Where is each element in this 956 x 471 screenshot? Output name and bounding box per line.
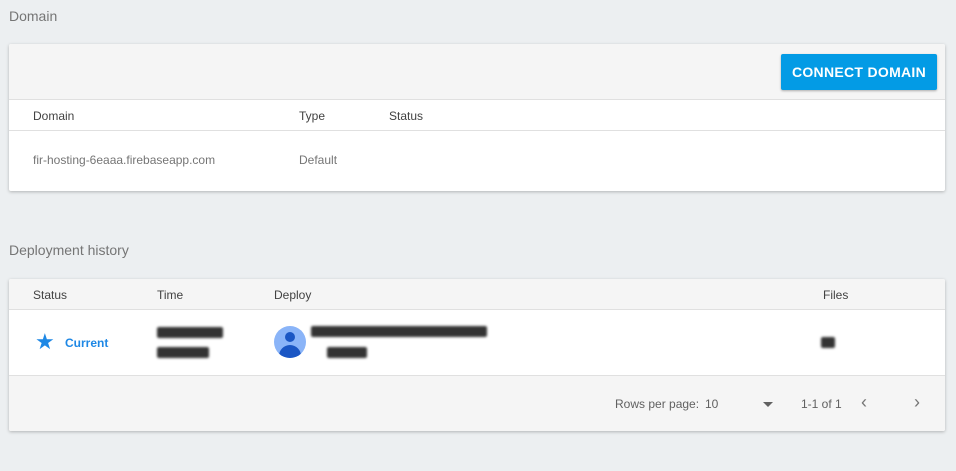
- column-header-status[interactable]: Status: [33, 288, 67, 302]
- column-header-deploy[interactable]: Deploy: [274, 288, 311, 302]
- domain-card: CONNECT DOMAIN Domain Type Status fir-ho…: [9, 44, 945, 191]
- column-header-files[interactable]: Files: [823, 288, 848, 302]
- chevron-left-icon[interactable]: ‹: [861, 392, 867, 413]
- deployment-card: Status Time Deploy Files ★ Current Rows …: [9, 279, 945, 431]
- column-header-domain[interactable]: Domain: [33, 109, 74, 123]
- type-cell: Default: [299, 153, 338, 167]
- star-icon: ★: [35, 329, 55, 354]
- redacted-time-line-2: [157, 347, 209, 361]
- domain-table-header: Domain Type Status: [9, 100, 945, 131]
- chevron-down-icon[interactable]: [763, 402, 773, 407]
- deployment-section-title: Deployment history: [9, 242, 129, 258]
- column-header-status[interactable]: Status: [389, 109, 423, 123]
- connect-domain-button[interactable]: CONNECT DOMAIN: [781, 54, 937, 90]
- table-row: ★ Current: [9, 310, 945, 375]
- table-row: fir-hosting-6eaaa.firebaseapp.com Defaul…: [9, 131, 945, 191]
- status-current-label: Current: [65, 336, 109, 350]
- redacted-deploy-detail: [327, 347, 367, 361]
- rows-per-page-select[interactable]: 10: [705, 397, 718, 411]
- pagination-footer: Rows per page: 10 1-1 of 1 ‹ ›: [9, 375, 945, 431]
- deployment-table-header: Status Time Deploy Files: [9, 279, 945, 310]
- redacted-time-line-1: [157, 327, 223, 341]
- column-header-type[interactable]: Type: [299, 109, 325, 123]
- avatar: [274, 326, 306, 358]
- domain-cell[interactable]: fir-hosting-6eaaa.firebaseapp.com: [33, 153, 215, 167]
- domain-toolbar: CONNECT DOMAIN: [9, 44, 945, 100]
- rows-per-page-label: Rows per page:: [615, 397, 700, 411]
- domain-section-title: Domain: [9, 8, 58, 24]
- pagination-range: 1-1 of 1: [801, 397, 842, 411]
- column-header-time[interactable]: Time: [157, 288, 183, 302]
- redacted-deploy-user: [311, 326, 487, 340]
- redacted-files-count: [821, 337, 835, 351]
- chevron-right-icon[interactable]: ›: [914, 392, 920, 413]
